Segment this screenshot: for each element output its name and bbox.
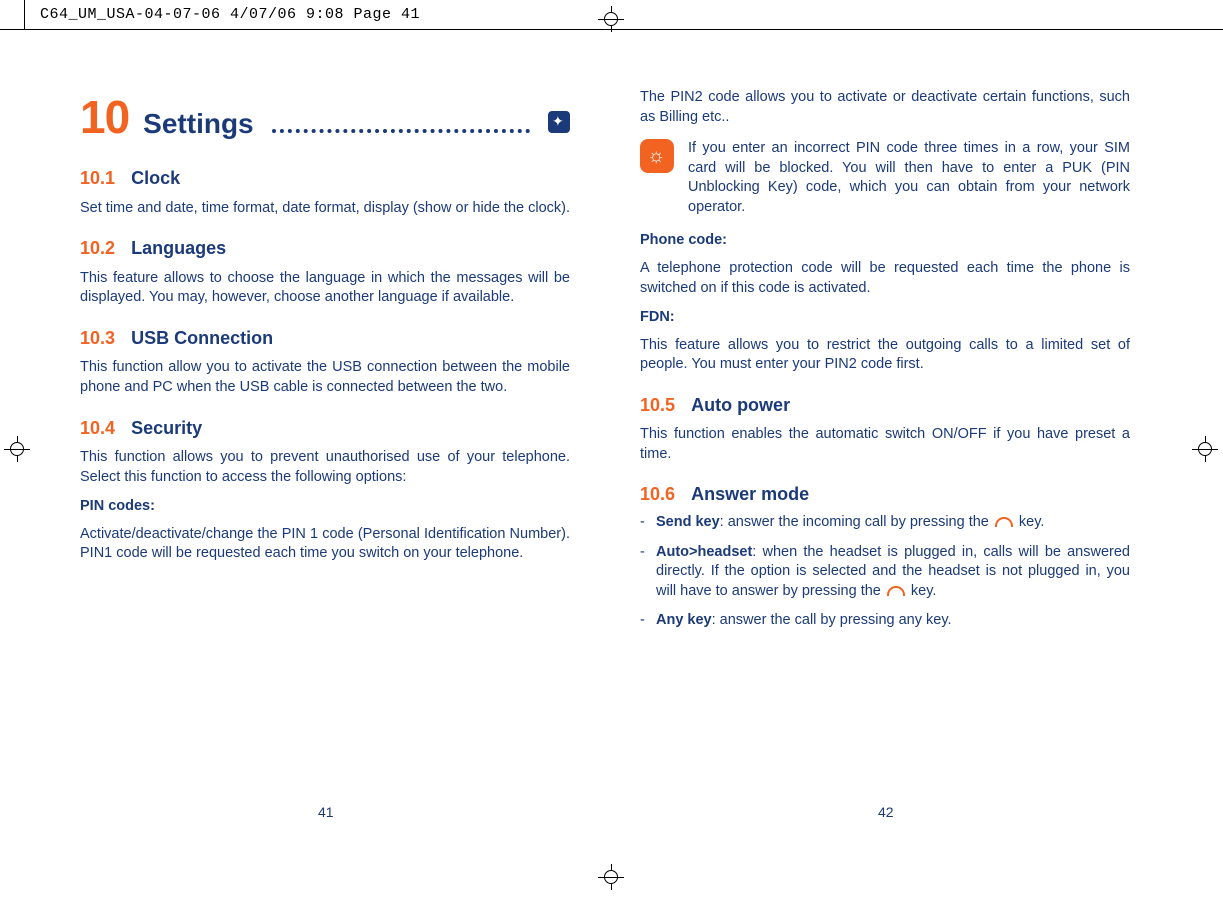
registration-mark-bottom xyxy=(598,864,624,890)
section-10-1-heading: 10.1 Clock xyxy=(80,166,570,191)
fdn-body: This feature allows you to restrict the … xyxy=(640,336,1130,375)
page-42: The PIN2 code allows you to activate or … xyxy=(640,80,1130,641)
registration-mark-left xyxy=(4,436,30,462)
bullet-text: : answer the incoming call by pressing t… xyxy=(720,514,993,530)
section-10-5-heading: 10.5 Auto power xyxy=(640,393,1130,418)
section-number: 10.4 xyxy=(80,418,115,438)
section-10-3-heading: 10.3 USB Connection xyxy=(80,326,570,351)
page-41: 10 Settings 10.1 Clock Set time and date… xyxy=(80,80,570,574)
bullet-term: Auto>headset xyxy=(656,544,752,560)
chapter-number: 10 xyxy=(80,86,129,148)
fdn-label: FDN: xyxy=(640,308,1130,328)
bullet-term: Any key xyxy=(656,612,712,628)
phone-code-label: Phone code: xyxy=(640,231,1130,251)
page-number-left: 41 xyxy=(318,804,334,820)
section-10-1-body: Set time and date, time format, date for… xyxy=(80,199,570,219)
section-title: USB Connection xyxy=(131,328,273,348)
section-number: 10.2 xyxy=(80,238,115,258)
bullet-text-tail: key. xyxy=(907,583,937,599)
section-10-6-heading: 10.6 Answer mode xyxy=(640,482,1130,507)
answer-mode-item-any-key: - Any key: answer the call by pressing a… xyxy=(640,611,1130,631)
section-number: 10.3 xyxy=(80,328,115,348)
dot-leader xyxy=(272,127,530,133)
section-title: Answer mode xyxy=(691,484,809,504)
section-10-4-body: This function allows you to prevent unau… xyxy=(80,448,570,487)
page-number-right: 42 xyxy=(878,804,894,820)
section-title: Auto power xyxy=(691,395,790,415)
bullet-dash: - xyxy=(640,513,656,533)
note-text: If you enter an incorrect PIN code three… xyxy=(688,139,1130,217)
section-10-5-body: This function enables the automatic swit… xyxy=(640,425,1130,464)
chapter-title: Settings xyxy=(143,105,253,143)
section-title: Languages xyxy=(131,238,226,258)
pin-codes-label: PIN codes: xyxy=(80,497,570,517)
tip-icon xyxy=(640,139,674,173)
answer-mode-item-auto-headset: - Auto>headset: when the headset is plug… xyxy=(640,543,1130,602)
bullet-term: Send key xyxy=(656,514,720,530)
section-number: 10.5 xyxy=(640,395,675,415)
prepress-slug: C64_UM_USA-04-07-06 4/07/06 9:08 Page 41 xyxy=(40,6,420,23)
section-number: 10.6 xyxy=(640,484,675,504)
bullet-dash: - xyxy=(640,543,656,602)
bullet-text-tail: key. xyxy=(1015,514,1045,530)
note-block: If you enter an incorrect PIN code three… xyxy=(640,139,1130,217)
section-title: Clock xyxy=(131,168,180,188)
pin2-body: The PIN2 code allows you to activate or … xyxy=(640,88,1130,127)
section-number: 10.1 xyxy=(80,168,115,188)
section-10-2-heading: 10.2 Languages xyxy=(80,236,570,261)
call-key-icon xyxy=(995,517,1013,527)
bullet-text: : answer the call by pressing any key. xyxy=(712,612,952,628)
settings-icon xyxy=(548,111,570,133)
chapter-heading: 10 Settings xyxy=(80,86,570,148)
registration-mark-top xyxy=(598,6,624,32)
section-title: Security xyxy=(131,418,202,438)
answer-mode-item-send-key: - Send key: answer the incoming call by … xyxy=(640,513,1130,533)
section-10-2-body: This feature allows to choose the langua… xyxy=(80,269,570,308)
section-10-4-heading: 10.4 Security xyxy=(80,416,570,441)
registration-mark-right xyxy=(1192,436,1218,462)
pin-codes-body: Activate/deactivate/change the PIN 1 cod… xyxy=(80,525,570,564)
bullet-dash: - xyxy=(640,611,656,631)
phone-code-body: A telephone protection code will be requ… xyxy=(640,259,1130,298)
call-key-icon xyxy=(887,586,905,596)
section-10-3-body: This function allow you to activate the … xyxy=(80,358,570,397)
